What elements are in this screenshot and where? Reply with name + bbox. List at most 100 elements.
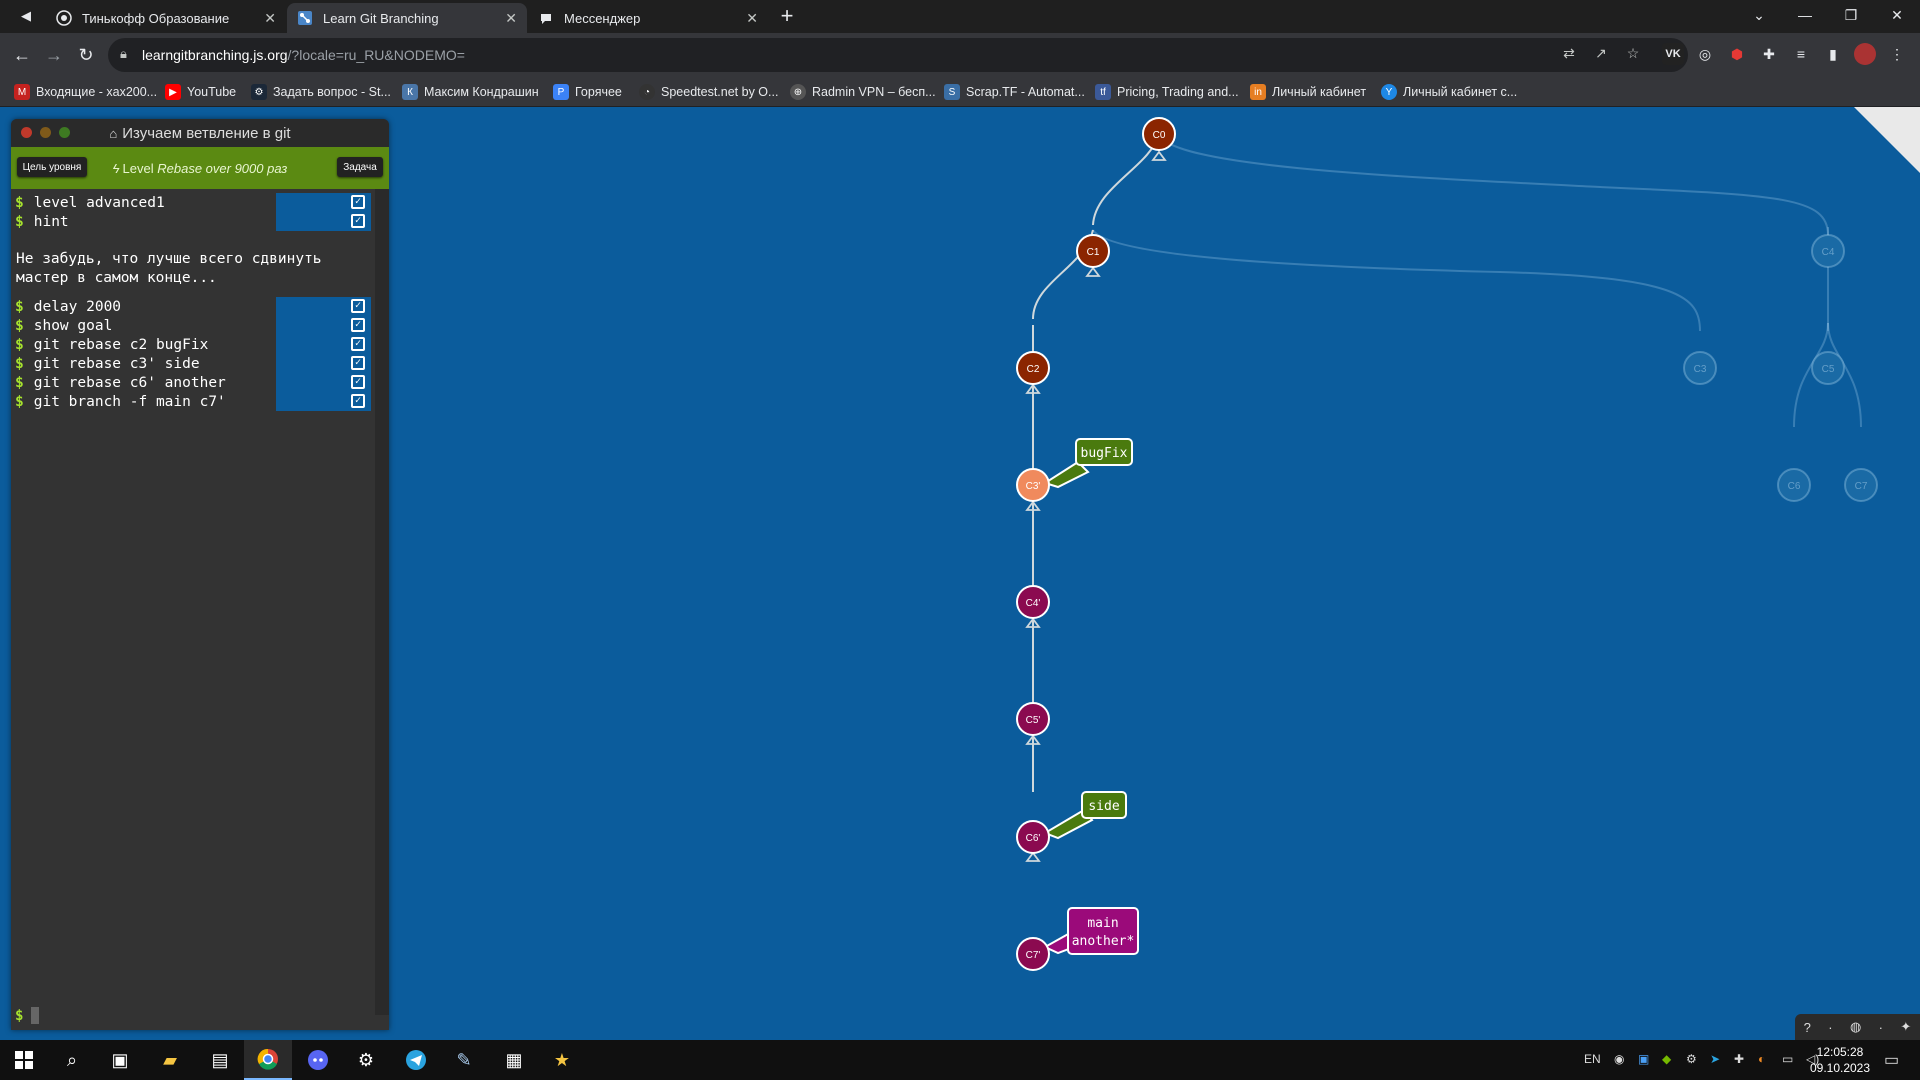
bookmark-item[interactable]: ⊕ Radmin VPN – бесп... <box>790 81 936 103</box>
commit-label: C0 <box>1153 130 1166 141</box>
share-icon[interactable]: ↗ <box>1590 42 1612 64</box>
discord-icon[interactable] <box>294 1040 342 1080</box>
terminal-scrollbar[interactable] <box>375 189 389 1015</box>
url-host: learngitbranching.js.org <box>142 47 288 63</box>
star-app-icon[interactable]: ★ <box>538 1040 586 1080</box>
shield-extension-icon[interactable]: ⬢ <box>1726 43 1748 65</box>
close-window-button[interactable]: ✕ <box>1874 0 1920 30</box>
command-status: ✓ <box>276 193 371 212</box>
tab-messenger[interactable]: Мессенджер ✕ <box>528 3 768 33</box>
command-line: $ git rebase c6' another ✓ <box>15 373 371 392</box>
terminal-title: Изучаем ветвление в git <box>122 124 291 142</box>
check-icon: ✓ <box>351 394 365 408</box>
maximize-dot-icon[interactable] <box>59 127 70 138</box>
windows-taskbar: ⌕ ▣ ▰ ▤ ⚙ ✎ ▦ ★ EN ◉ ▣ ◆ ⚙ ➤ ✚ ◐ ▭ ◁) 12… <box>0 1040 1920 1080</box>
vk-extension-icon[interactable]: VK <box>1662 43 1684 65</box>
restore-button[interactable]: ❐ <box>1828 0 1874 30</box>
bookmark-item[interactable]: P Горячее <box>553 81 622 103</box>
commit-label: C2 <box>1027 364 1040 375</box>
commit-c4-prime[interactable]: C4' <box>1016 585 1050 619</box>
new-tab-button[interactable]: + <box>773 2 801 30</box>
glasses-extension-icon[interactable]: ◎ <box>1694 43 1716 65</box>
vk-icon: К <box>402 84 418 100</box>
commit-c6-prime[interactable]: C6' <box>1016 820 1050 854</box>
commit-c2[interactable]: C2 <box>1016 351 1050 385</box>
extensions-puzzle-icon[interactable]: ✚ <box>1758 43 1780 65</box>
tray-app-icon[interactable]: ▣ <box>1638 1052 1649 1066</box>
tab-search-icon[interactable]: ◀ <box>12 2 40 30</box>
tab-list-icon[interactable]: ⌄ <box>1736 0 1782 30</box>
tray-app2-icon[interactable]: ✚ <box>1734 1052 1744 1066</box>
close-icon[interactable]: ✕ <box>746 10 758 27</box>
tray-app3-icon[interactable]: ◐ <box>1758 1052 1765 1066</box>
bookmark-item[interactable]: Y Личный кабинет с... <box>1381 81 1517 103</box>
close-icon[interactable]: ✕ <box>264 10 276 27</box>
task-view-icon[interactable]: ▣ <box>96 1040 144 1080</box>
media-queue-icon[interactable]: ≡ <box>1790 43 1812 65</box>
bookmark-item[interactable]: S Scrap.TF - Automat... <box>944 81 1085 103</box>
bookmark-item[interactable]: К Максим Кондрашин <box>402 81 539 103</box>
network-icon[interactable]: ▭ <box>1782 1052 1793 1066</box>
twitter-icon[interactable]: ✦ <box>1900 1019 1911 1035</box>
bookmark-item[interactable]: in Личный кабинет <box>1250 81 1366 103</box>
bookmark-item[interactable]: ⚙ Задать вопрос - St... <box>251 81 391 103</box>
commit-c3-prime[interactable]: C3' <box>1016 468 1050 502</box>
commit-c1[interactable]: C1 <box>1076 234 1110 268</box>
back-button[interactable]: ← <box>8 41 36 69</box>
commit-c0[interactable]: C0 <box>1142 117 1176 151</box>
language-indicator[interactable]: EN <box>1584 1052 1601 1066</box>
tab-learn-git-branching[interactable]: Learn Git Branching ✕ <box>287 3 527 33</box>
file-explorer-icon[interactable]: ▰ <box>146 1040 194 1080</box>
discord-tray-icon[interactable]: ◉ <box>1614 1052 1624 1066</box>
commit-label: C7' <box>1026 950 1041 961</box>
bookmark-item[interactable]: M Входящие - xax200... <box>14 81 157 103</box>
command-line: $ git rebase c3' side ✓ <box>15 354 371 373</box>
commit-label: C3' <box>1026 481 1041 492</box>
minimize-dot-icon[interactable] <box>40 127 51 138</box>
task-button[interactable]: Задача <box>337 157 383 177</box>
telegram-tray-icon[interactable]: ➤ <box>1710 1052 1720 1066</box>
system-clock[interactable]: 12:05:28 09.10.2023 <box>1805 1044 1875 1076</box>
help-icon[interactable]: ? <box>1804 1020 1811 1035</box>
bookmark-item[interactable]: tf Pricing, Trading and... <box>1095 81 1239 103</box>
branch-side[interactable]: side <box>1042 791 1127 840</box>
side-panel-icon[interactable]: ▮ <box>1822 43 1844 65</box>
app-icon[interactable]: ▤ <box>196 1040 244 1080</box>
bookmark-item[interactable]: ▶ YouTube <box>165 81 236 103</box>
command-prompt[interactable]: $ <box>15 1007 40 1024</box>
command-input[interactable] <box>31 1007 40 1024</box>
translate-icon[interactable]: ⇄ <box>1558 42 1580 64</box>
branch-main-another[interactable]: main another* <box>1042 907 1139 955</box>
bookmark-star-icon[interactable]: ☆ <box>1622 42 1644 64</box>
command-status: ✓ <box>276 297 371 316</box>
address-bar[interactable]: 🔒︎ learngitbranching.js.org/?locale=ru_R… <box>108 38 1688 72</box>
commit-label: C4' <box>1026 598 1041 609</box>
notifications-icon[interactable]: ▭ <box>1884 1050 1899 1070</box>
commit-c7-prime[interactable]: C7' <box>1016 937 1050 971</box>
steam-taskbar-icon[interactable]: ⚙ <box>342 1040 390 1080</box>
chrome-icon[interactable] <box>244 1040 292 1080</box>
windows-start-icon[interactable] <box>0 1040 48 1080</box>
branch-bugfix[interactable]: bugFix <box>1042 438 1133 489</box>
tray-steam-icon[interactable]: ⚙ <box>1686 1052 1697 1066</box>
corner-ribbon[interactable] <box>1854 107 1920 173</box>
search-icon[interactable]: ⌕ <box>48 1040 96 1080</box>
reload-button[interactable]: ↻ <box>72 41 100 69</box>
telegram-icon[interactable] <box>392 1040 440 1080</box>
tab-tinkoff[interactable]: Тинькофф Образование ✕ <box>46 3 286 33</box>
nvidia-icon[interactable]: ◆ <box>1662 1052 1671 1066</box>
command-status: ✓ <box>276 354 371 373</box>
close-icon[interactable]: ✕ <box>505 10 517 27</box>
bookmark-item[interactable]: ◔ Speedtest.net by O... <box>639 81 778 103</box>
commit-c5-prime[interactable]: C5' <box>1016 702 1050 736</box>
menu-icon[interactable]: ⋮ <box>1886 43 1908 65</box>
globe-icon[interactable]: ◍ <box>1850 1019 1861 1035</box>
faded-commit: C4 <box>1811 234 1845 268</box>
goal-button[interactable]: Цель уровня <box>17 157 87 177</box>
close-dot-icon[interactable] <box>21 127 32 138</box>
minimize-button[interactable]: — <box>1782 0 1828 30</box>
profile-avatar[interactable] <box>1854 43 1876 65</box>
forward-button[interactable]: → <box>40 41 68 69</box>
notes-icon[interactable]: ✎ <box>440 1040 488 1080</box>
calculator-icon[interactable]: ▦ <box>490 1040 538 1080</box>
